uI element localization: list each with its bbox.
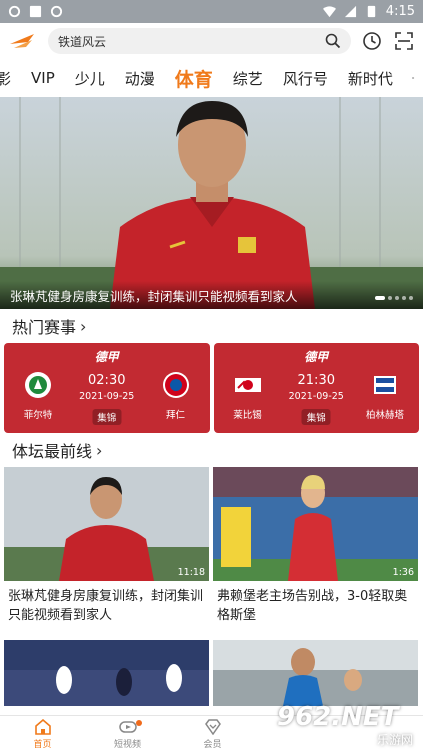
signal-icon <box>344 5 356 18</box>
match-card[interactable]: 德甲 莱比锡 21:30 2021-09-25 集锦 柏林赫塔 <box>213 343 419 433</box>
away-team: 柏林赫塔 <box>363 371 407 421</box>
tab-new-era[interactable]: 新时代 <box>338 68 403 89</box>
carousel-indicator <box>375 296 413 300</box>
team-crest-icon <box>374 376 396 394</box>
match-card[interactable]: 德甲 菲尔特 02:30 2021-09-25 集锦 拜仁 <box>4 343 210 433</box>
nav-vip[interactable]: 会员 <box>170 716 255 752</box>
search-bar[interactable]: 铁道风云 <box>48 28 351 54</box>
tab-variety[interactable]: 综艺 <box>223 68 273 89</box>
video-card[interactable]: 1:36 弗赖堡老主场告别战，3-0轻取奥格斯堡 <box>213 467 418 636</box>
hero-caption: 张琳芃健身房康复训练，封闭集训只能视频看到家人 <box>0 281 423 309</box>
home-team-name: 菲尔特 <box>23 410 53 421</box>
vip-diamond-icon <box>204 718 221 735</box>
chevron-right-icon: › <box>96 440 103 460</box>
app-header: 铁道风云 <box>0 23 423 59</box>
tab-kids[interactable]: 少儿 <box>65 68 115 89</box>
site-watermark: 962.NET 乐游网 <box>277 702 417 748</box>
notification-dot <box>135 720 142 726</box>
video-duration: 11:18 <box>177 567 205 578</box>
video-card[interactable]: 11:18 张琳芃健身房康复训练，封闭集训只能视频看到家人 <box>4 467 209 636</box>
away-team-name: 拜仁 <box>165 410 185 421</box>
app-logo-icon[interactable] <box>8 30 38 52</box>
team-crest-icon <box>162 372 189 398</box>
tab-vip[interactable]: VIP <box>21 69 65 87</box>
video-title: 张琳芃健身房康复训练，封闭集训只能视频看到家人 <box>8 589 204 623</box>
home-team-name: 莱比锡 <box>233 410 262 421</box>
nav-home[interactable]: 首页 <box>0 716 85 752</box>
square-icon <box>29 5 42 18</box>
hot-matches-title: 热门赛事 <box>12 318 77 337</box>
nav-home-label: 首页 <box>33 739 52 750</box>
battery-icon <box>367 5 376 18</box>
search-icon[interactable] <box>325 33 341 49</box>
highlights-button[interactable]: 集锦 <box>92 409 122 425</box>
sync-icon-2 <box>50 5 63 18</box>
hero-image <box>0 97 423 309</box>
sync-icon <box>8 5 21 18</box>
tab-sports[interactable]: 体育 <box>165 65 223 92</box>
video-thumbnail <box>4 640 209 706</box>
scan-icon[interactable] <box>393 30 415 52</box>
away-team: 拜仁 <box>154 371 198 421</box>
hot-matches-header[interactable]: 热门赛事 › <box>0 309 423 343</box>
video-duration: 1:36 <box>392 567 414 578</box>
frontline-title: 体坛最前线 <box>12 442 93 461</box>
tab-fengxinghao[interactable]: 风行号 <box>273 68 338 89</box>
status-time: 4:15 <box>385 4 415 19</box>
video-thumbnail <box>213 640 418 706</box>
video-title: 弗赖堡老主场告别战，3-0轻取奥格斯堡 <box>217 589 408 623</box>
hero-banner[interactable]: 张琳芃健身房康复训练，封闭集训只能视频看到家人 <box>0 97 423 309</box>
match-league: 德甲 <box>94 350 119 364</box>
status-bar: 4:15 <box>0 0 423 23</box>
video-thumbnail: 1:36 <box>213 467 418 581</box>
tab-anime[interactable]: 动漫 <box>115 68 165 89</box>
away-team-name: 柏林赫塔 <box>365 410 404 421</box>
video-grid: 11:18 张琳芃健身房康复训练，封闭集训只能视频看到家人 1:36 弗赖堡老主… <box>0 467 423 706</box>
chevron-right-icon: › <box>80 316 87 336</box>
search-text: 铁道风云 <box>58 34 107 49</box>
home-icon <box>34 718 51 735</box>
hot-matches-list: 德甲 菲尔特 02:30 2021-09-25 集锦 拜仁 德甲 莱比锡 21:… <box>0 343 423 433</box>
wifi-icon <box>322 6 336 18</box>
nav-short-video-label: 短视频 <box>113 739 141 750</box>
category-tabs: 影 VIP 少儿 动漫 体育 综艺 风行号 新时代 <box>0 59 423 97</box>
watermark-logo-text: 962.NET <box>277 702 399 732</box>
watermark-site-name: 乐游网 <box>376 733 413 747</box>
short-video-icon <box>118 720 137 733</box>
nav-vip-label: 会员 <box>203 739 222 750</box>
video-thumbnail: 11:18 <box>4 467 209 581</box>
history-clock-icon[interactable] <box>361 30 383 52</box>
menu-icon[interactable] <box>403 71 423 85</box>
video-card[interactable] <box>213 640 418 706</box>
match-league: 德甲 <box>304 350 329 364</box>
frontline-header[interactable]: 体坛最前线 › <box>0 433 423 467</box>
tab-film[interactable]: 影 <box>0 68 21 89</box>
highlights-button[interactable]: 集锦 <box>301 409 331 425</box>
video-card[interactable] <box>4 640 209 706</box>
nav-short-video[interactable]: 短视频 <box>85 716 170 752</box>
